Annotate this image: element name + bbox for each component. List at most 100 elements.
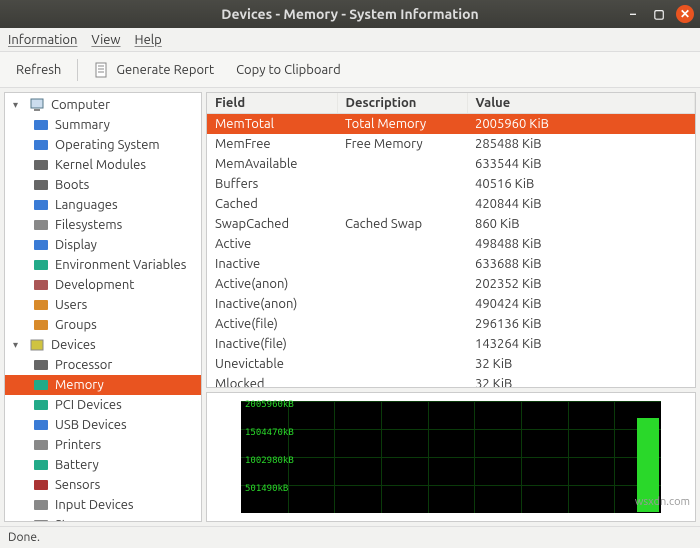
copy-clipboard-button[interactable]: Copy to Clipboard (230, 60, 347, 80)
sidebar-item-usb[interactable]: USB Devices (5, 415, 201, 435)
sidebar-item-dev[interactable]: Development (5, 275, 201, 295)
cell-value: 32 KiB (467, 354, 695, 374)
cell-value: 420844 KiB (467, 194, 695, 214)
table-row[interactable]: Active 498488 KiB (207, 234, 695, 254)
sidebar-item-kernel[interactable]: Kernel Modules (5, 155, 201, 175)
sidebar-item-input[interactable]: Input Devices (5, 495, 201, 515)
chevron-down-icon: ▾ (13, 99, 23, 111)
tree-label: Battery (55, 458, 99, 472)
cell-desc (337, 314, 467, 334)
cell-field: Inactive(file) (207, 334, 337, 354)
table-row[interactable]: Inactive(anon)490424 KiB (207, 294, 695, 314)
sidebar-item-groups[interactable]: Groups (5, 315, 201, 335)
cell-value: 633544 KiB (467, 154, 695, 174)
memory-table[interactable]: Field Description Value MemTotalTotal Me… (206, 92, 696, 388)
window-title: Devices - Memory - System Information (0, 6, 700, 22)
sidebar-item-printers[interactable]: Printers (5, 435, 201, 455)
sidebar-item-battery[interactable]: Battery (5, 455, 201, 475)
sidebar-item-os[interactable]: Operating System (5, 135, 201, 155)
cell-desc (337, 354, 467, 374)
tree-root-devices[interactable]: ▾Devices (5, 335, 201, 355)
cell-value: 633688 KiB (467, 254, 695, 274)
cell-field: Active(anon) (207, 274, 337, 294)
table-row[interactable]: Unevictable32 KiB (207, 354, 695, 374)
cell-field: MemFree (207, 134, 337, 154)
toolbar: Refresh Generate Report Copy to Clipboar… (0, 52, 700, 88)
sidebar-item-memory[interactable]: Memory (5, 375, 201, 395)
tree-icon (33, 457, 49, 473)
sidebar-item-storage[interactable]: Storage (5, 515, 201, 522)
cell-field: SwapCached (207, 214, 337, 234)
sidebar-item-users[interactable]: Users (5, 295, 201, 315)
col-description[interactable]: Description (337, 93, 467, 114)
watermark: wsxdn.com (635, 496, 690, 508)
table-row[interactable]: Inactive 633688 KiB (207, 254, 695, 274)
sidebar-item-filesystems[interactable]: Filesystems (5, 215, 201, 235)
sidebar-item-boots[interactable]: Boots (5, 175, 201, 195)
table-row[interactable]: Cached420844 KiB (207, 194, 695, 214)
table-row[interactable]: MemAvailable 633544 KiB (207, 154, 695, 174)
sidebar-item-pci[interactable]: PCI Devices (5, 395, 201, 415)
tree-label: Languages (55, 198, 118, 212)
menubar: Information View Help (0, 28, 700, 52)
cell-desc: Cached Swap (337, 214, 467, 234)
menu-help[interactable]: Help (135, 33, 162, 47)
table-row[interactable]: MemFreeFree Memory285488 KiB (207, 134, 695, 154)
toolbar-copy-label: Copy to Clipboard (236, 63, 341, 77)
refresh-button[interactable]: Refresh (10, 60, 67, 80)
cell-value: 860 KiB (467, 214, 695, 234)
tree-icon (33, 517, 49, 522)
table-row[interactable]: MemTotalTotal Memory2005960 KiB (207, 114, 695, 134)
tree-icon (33, 297, 49, 313)
sidebar-item-env[interactable]: Environment Variables (5, 255, 201, 275)
tree-icon (33, 417, 49, 433)
tree-label: PCI Devices (55, 398, 122, 412)
tree-label: Boots (55, 178, 89, 192)
cell-value: 285488 KiB (467, 134, 695, 154)
close-button[interactable]: ✕ (676, 5, 694, 23)
sidebar-item-languages[interactable]: Languages (5, 195, 201, 215)
tree-root-computer[interactable]: ▾Computer (5, 95, 201, 115)
sidebar-item-processor[interactable]: Processor (5, 355, 201, 375)
cell-value: 40516 KiB (467, 174, 695, 194)
report-icon (94, 62, 110, 78)
table-row[interactable]: Active(anon)202352 KiB (207, 274, 695, 294)
cell-value: 498488 KiB (467, 234, 695, 254)
table-row[interactable]: Mlocked32 KiB (207, 374, 695, 389)
generate-report-button[interactable]: Generate Report (88, 59, 220, 81)
table-row[interactable]: Active(file)296136 KiB (207, 314, 695, 334)
table-row[interactable]: Buffers40516 KiB (207, 174, 695, 194)
sidebar-item-display[interactable]: Display (5, 235, 201, 255)
cell-desc (337, 254, 467, 274)
toolbar-separator (77, 59, 78, 81)
cell-field: Active (207, 234, 337, 254)
cell-desc (337, 334, 467, 354)
minimize-button[interactable]: – (624, 5, 642, 23)
table-row[interactable]: SwapCachedCached Swap860 KiB (207, 214, 695, 234)
col-value[interactable]: Value (467, 93, 695, 114)
toolbar-report-label: Generate Report (116, 63, 214, 77)
tree-label: Display (55, 238, 97, 252)
cell-field: Inactive (207, 254, 337, 274)
maximize-button[interactable]: ▢ (650, 5, 668, 23)
tree-label: Development (55, 278, 134, 292)
tree-label: Groups (55, 318, 97, 332)
statusbar: Done. (0, 526, 700, 548)
sidebar-item-sensors[interactable]: Sensors (5, 475, 201, 495)
tree-label: Users (55, 298, 87, 312)
cell-value: 296136 KiB (467, 314, 695, 334)
menu-information[interactable]: Information (8, 33, 77, 47)
table-row[interactable]: Inactive(file) 143264 KiB (207, 334, 695, 354)
cell-value: 143264 KiB (467, 334, 695, 354)
computer-icon (29, 97, 45, 113)
sidebar-item-summary[interactable]: Summary (5, 115, 201, 135)
tree-label: Memory (55, 378, 104, 392)
cell-desc (337, 274, 467, 294)
cell-desc (337, 374, 467, 389)
navigation-tree[interactable]: ▾Computer Summary Operating SystemKernel M… (4, 92, 202, 522)
menu-view[interactable]: View (91, 33, 120, 47)
tree-label: Summary (55, 118, 110, 132)
tree-label: USB Devices (55, 418, 127, 432)
col-field[interactable]: Field (207, 93, 337, 114)
cell-field: MemAvailable (207, 154, 337, 174)
